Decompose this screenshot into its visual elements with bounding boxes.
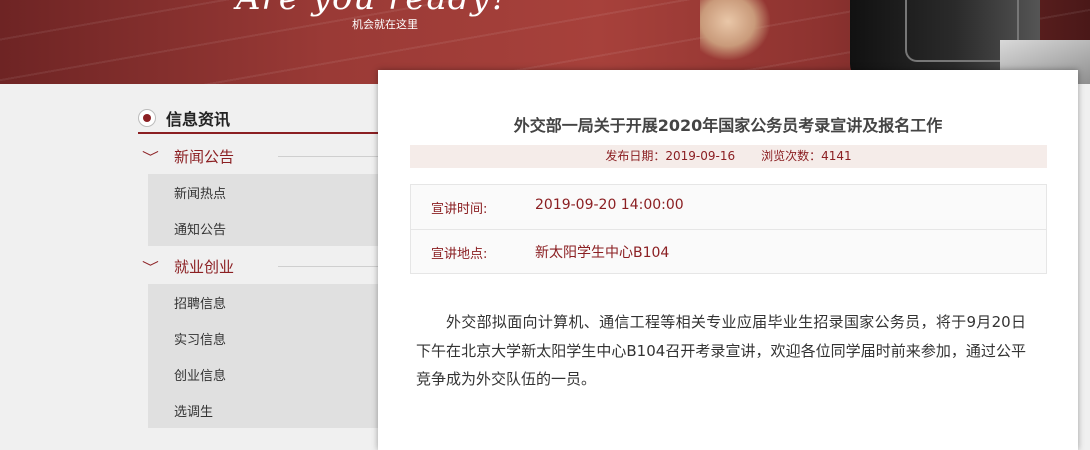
event-time-key: 宣讲时间: [431, 202, 488, 217]
sidebar-item-label: 新闻热点 [174, 187, 227, 202]
sidebar-item-label: 实习信息 [174, 333, 227, 348]
sidebar-item-label: 通知公告 [174, 223, 227, 238]
sidebar-item-recruitment[interactable]: 招聘信息 [148, 284, 378, 320]
sidebar: 信息资讯 ﹀ 新闻公告 新闻热点 通知公告 ﹀ 就业创业 招聘信息 实习信息 创… [0, 84, 378, 432]
article-title: 外交部一局关于开展2020年国家公务员考录宣讲及报名工作 [513, 116, 943, 135]
sidebar-item-label: 创业信息 [174, 369, 227, 384]
event-time-value: 2019-09-20 14:00:00 [535, 197, 684, 213]
event-location-key: 宣讲地点: [431, 247, 488, 262]
event-time-row: 宣讲时间: 2019-09-20 14:00:00 [411, 185, 1046, 230]
sidebar-item-internship[interactable]: 实习信息 [148, 320, 378, 356]
sidebar-item-news-hot[interactable]: 新闻热点 [148, 174, 378, 210]
banner-subtitle: 机会就在这里 [352, 18, 418, 31]
event-details-table: 宣讲时间: 2019-09-20 14:00:00 宣讲地点: 新太阳学生中心B… [410, 184, 1047, 274]
event-location-row: 宣讲地点: 新太阳学生中心B104 [411, 230, 1046, 274]
sidebar-heading-label: 信息资讯 [166, 110, 231, 129]
sidebar-item-startup[interactable]: 创业信息 [148, 356, 378, 392]
sidebar-item-label: 招聘信息 [174, 297, 227, 312]
article-meta: 发布日期：2019-09-16 浏览次数：4141 [410, 145, 1047, 168]
view-count: 浏览次数：4141 [761, 149, 852, 163]
runner-hand-image [700, 0, 770, 60]
article-panel: 外交部一局关于开展2020年国家公务员考录宣讲及报名工作 发布日期：2019-0… [378, 70, 1078, 450]
sidebar-item-label: 选调生 [174, 405, 214, 420]
publish-date: 发布日期：2019-09-16 [605, 149, 736, 163]
sidebar-category-label: 新闻公告 [174, 148, 235, 166]
divider [278, 156, 378, 157]
bullet-circle-icon [138, 109, 156, 127]
sidebar-category-news[interactable]: ﹀ 新闻公告 [138, 142, 378, 170]
chevron-down-icon: ﹀ [142, 261, 159, 276]
sidebar-item-notices[interactable]: 通知公告 [148, 210, 378, 246]
divider [278, 266, 378, 267]
sidebar-category-employment[interactable]: ﹀ 就业创业 [138, 252, 378, 280]
sidebar-heading: 信息资讯 [138, 106, 378, 134]
sidebar-item-selected-graduates[interactable]: 选调生 [148, 392, 378, 428]
article-body: 外交部拟面向计算机、通信工程等相关专业应届毕业生招录国家公务员，将于9月20日下… [416, 313, 1026, 388]
event-location-value: 新太阳学生中心B104 [535, 245, 670, 261]
sidebar-category-label: 就业创业 [174, 258, 235, 276]
chevron-down-icon: ﹀ [142, 151, 159, 166]
